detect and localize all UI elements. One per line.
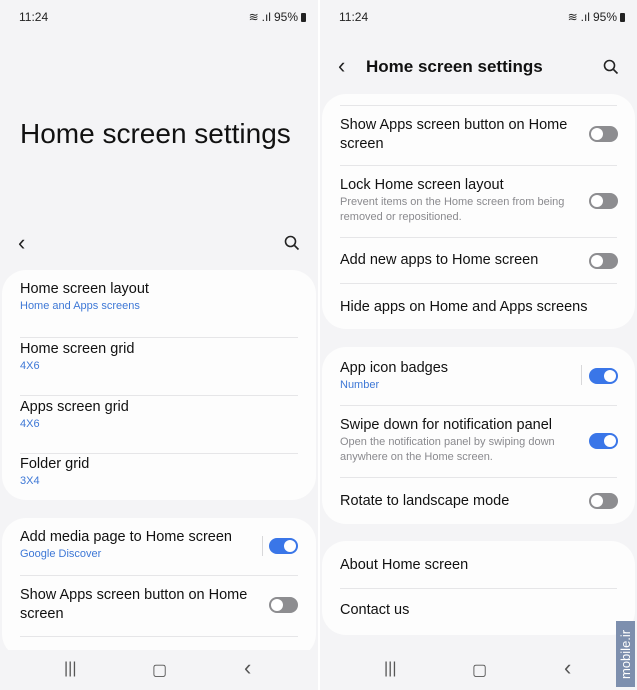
signal-icon: .ıl [261,10,271,24]
item-title: App icon badges [340,360,449,376]
lock-layout-toggle[interactable] [589,193,618,209]
status-time: 11:24 [339,10,369,24]
media-page-toggle[interactable] [269,538,298,554]
watermark: mobile.ir [616,621,635,687]
settings-card-2: App icon badges Number Swipe down for not… [322,347,635,524]
item-title: Home screen layout [20,281,149,297]
layout-card: Home screen layout Home and Apps screens … [2,270,316,500]
list-item-hide-apps[interactable]: Hide apps on Home and Apps screens [340,284,617,329]
back-button[interactable]: ‹ [244,655,251,681]
item-title: Show Apps screen button on Home screen [20,587,248,622]
settings-card-1: Show Apps screen button on Home screen L… [322,94,635,329]
list-item-media-page[interactable]: Add media page to Home screen Google Disc… [20,528,298,576]
list-item-folder-grid[interactable]: Folder grid 3X4 [20,454,298,500]
item-title: Add new apps to Home screen [340,252,539,268]
status-time: 11:24 [19,10,49,24]
battery-level: 95% [592,10,617,24]
item-value: Number [340,379,380,391]
list-item-apps-screen-grid[interactable]: Apps screen grid 4X6 [20,396,298,454]
list-item-about[interactable]: About Home screen [340,543,617,589]
info-card: About Home screen Contact us [322,541,635,635]
wifi-icon: ≋ [567,10,578,24]
swipe-down-toggle[interactable] [589,433,618,449]
header-title: Home screen settings [366,57,543,76]
item-title: Lock Home screen layout [340,177,504,193]
item-title: Hide apps on Home and Apps screens [340,299,588,315]
home-button[interactable]: ▢ [472,660,487,680]
list-item-show-apps-button[interactable]: Show Apps screen button on Home screen [340,106,617,166]
home-button[interactable]: ▢ [152,660,167,680]
divider [20,636,298,637]
status-icons: ≋ .ıl 95% [568,10,625,24]
item-description: Prevent items on the Home screen from be… [340,196,565,223]
item-value: 3X4 [20,475,40,487]
item-value: Home and Apps screens [20,300,140,312]
battery-level: 95% [273,10,298,24]
features-card: Add media page to Home screen Google Disc… [2,518,316,658]
item-title: Rotate to landscape mode [340,493,510,509]
item-title: Home screen grid [20,341,135,357]
list-item-app-icon-badges[interactable]: App icon badges Number [340,359,617,406]
navigation-bar: ||| ▢ ‹ [320,650,637,690]
divider [581,365,582,385]
navigation-bar: ||| ▢ ‹ [0,650,318,690]
item-title: Apps screen grid [20,399,129,415]
battery-icon [620,12,625,22]
list-item-contact-us[interactable]: Contact us [340,589,617,635]
item-title: Show Apps screen button on Home screen [340,117,568,152]
item-value: Google Discover [20,548,102,560]
status-icons: ≋ .ıl 95% [249,10,306,24]
back-button[interactable]: ‹ [564,655,571,681]
item-title: Folder grid [20,456,90,472]
list-item-rotate-landscape[interactable]: Rotate to landscape mode [340,478,617,524]
list-item-lock-layout[interactable]: Lock Home screen layout Prevent items on … [340,166,617,238]
app-icon-badges-toggle[interactable] [589,368,618,384]
list-item-home-screen-grid[interactable]: Home screen grid 4X6 [20,338,298,396]
back-icon[interactable]: ‹ [18,230,25,256]
item-title: Add media page to Home screen [20,529,232,545]
signal-icon: .ıl [580,10,590,24]
show-apps-button-toggle[interactable] [589,126,618,142]
item-title: Contact us [340,602,410,618]
divider [262,536,263,556]
battery-icon [301,12,306,22]
recents-button[interactable]: ||| [64,660,76,678]
item-title: Swipe down for notification panel [340,417,552,433]
back-icon[interactable]: ‹ [338,53,345,79]
rotate-landscape-toggle[interactable] [589,493,618,509]
search-icon[interactable] [603,59,619,75]
recents-button[interactable]: ||| [384,660,396,678]
add-new-apps-toggle[interactable] [589,253,618,269]
item-title: About Home screen [340,557,469,573]
item-value: 4X6 [20,360,40,372]
show-apps-button-toggle[interactable] [269,597,298,613]
list-item-show-apps-button[interactable]: Show Apps screen button on Home screen [20,576,266,636]
right-screen: 11:24 ≋ .ıl 95% ‹ Home screen settings Sho… [320,0,637,690]
page-title: Home screen settings [20,118,291,149]
wifi-icon: ≋ [248,10,259,24]
item-value: 4X6 [20,418,40,430]
list-item-swipe-down[interactable]: Swipe down for notification panel Open th… [340,406,617,478]
left-screen: 11:24 ≋ .ıl 95% Home screen settings ‹ Hom… [0,0,318,690]
list-item-home-screen-layout[interactable]: Home screen layout Home and Apps screens [20,280,298,338]
search-icon[interactable] [284,235,300,251]
list-item-add-new-apps[interactable]: Add new apps to Home screen [340,238,617,284]
item-description: Open the notification panel by swiping d… [340,436,555,463]
